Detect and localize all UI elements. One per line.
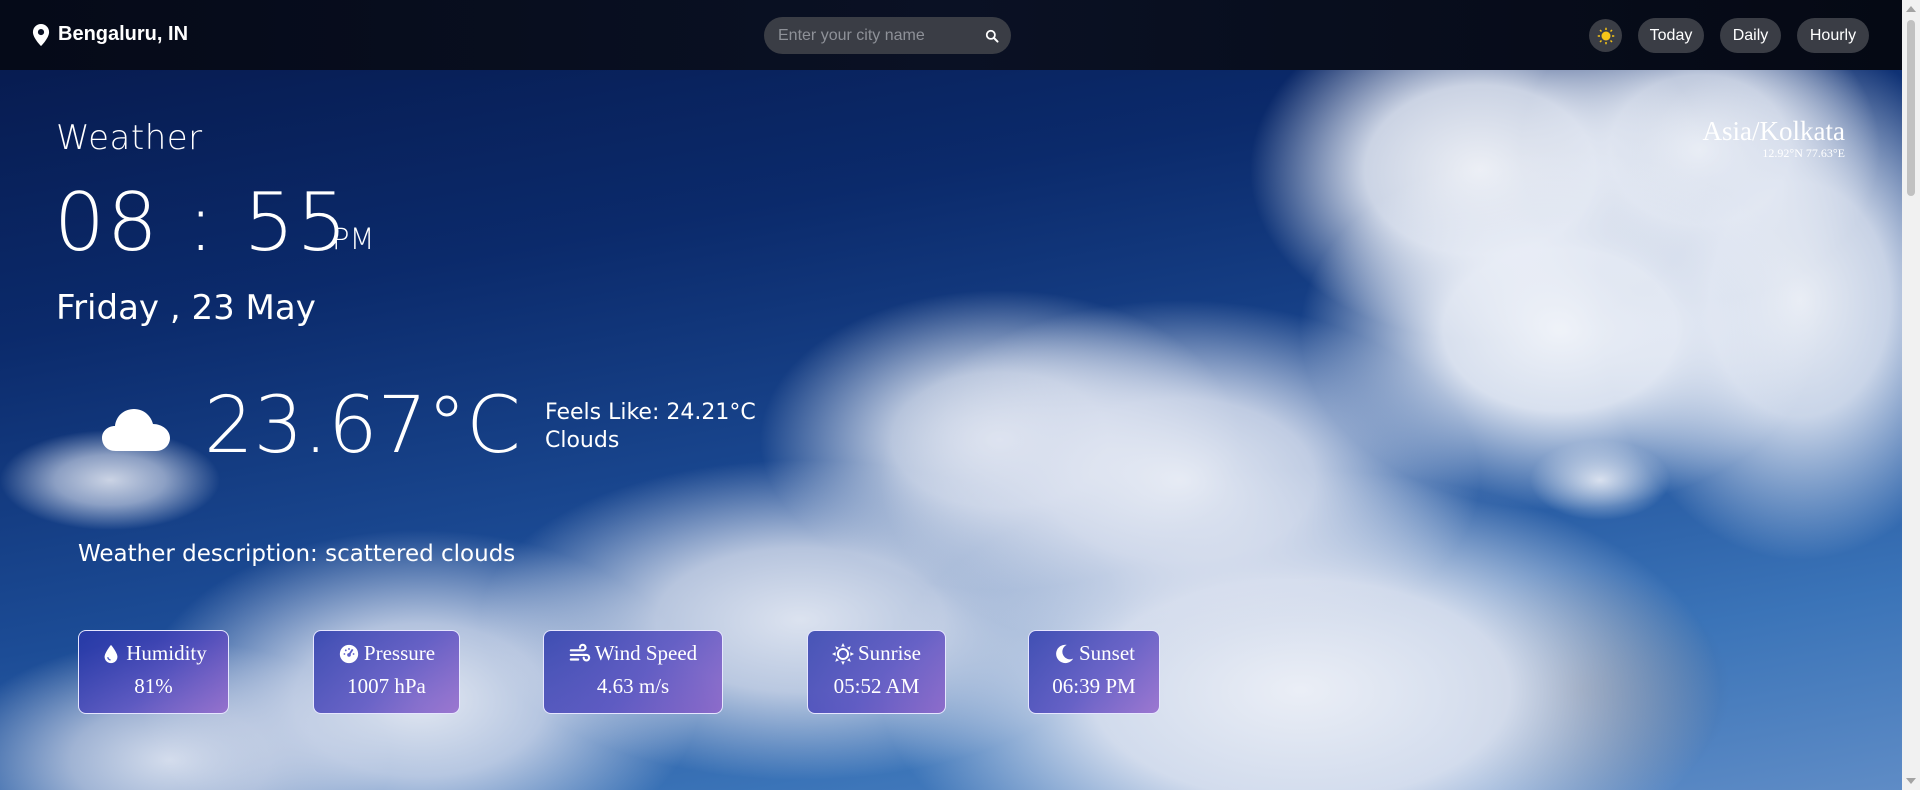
coordinates: 12.92°N 77.63°E <box>1762 146 1845 160</box>
gauge-icon <box>339 644 359 663</box>
search-icon[interactable] <box>985 25 999 47</box>
sunset-card: Sunset 06:39 PM <box>1028 630 1160 714</box>
current-temperature: 23.67°C <box>204 381 521 471</box>
daily-button[interactable]: Daily <box>1720 18 1781 53</box>
wind-speed-label: Wind Speed <box>594 641 698 665</box>
city-search[interactable] <box>764 17 1011 54</box>
scrollbar-thumb[interactable] <box>1907 20 1915 196</box>
scroll-up-arrow-icon[interactable] <box>1906 6 1916 12</box>
city-search-input[interactable] <box>778 26 985 45</box>
sunrise-value: 05:52 AM <box>833 674 920 698</box>
top-navbar: Bengaluru, IN Today Daily Hourly <box>0 0 1902 70</box>
hourly-button[interactable]: Hourly <box>1797 18 1869 53</box>
sunset-label: Sunset <box>1078 641 1135 665</box>
pressure-label: Pressure <box>363 641 436 665</box>
time-period: PM <box>332 222 375 256</box>
weather-description: Weather description: scattered clouds <box>78 541 516 567</box>
humidity-value: 81% <box>134 674 173 698</box>
pressure-value: 1007 hPa <box>347 674 426 698</box>
current-time: 08 : 55 <box>54 176 350 269</box>
cloud-icon <box>102 409 170 451</box>
location-display: Bengaluru, IN <box>32 23 188 46</box>
timezone-info: Asia/Kolkata 12.92°N 77.63°E <box>1703 116 1845 161</box>
wind-speed-card: Wind Speed 4.63 m/s <box>543 630 723 714</box>
sunrise-label: Sunrise <box>858 641 921 665</box>
today-button[interactable]: Today <box>1638 18 1704 53</box>
humidity-card: Humidity 81% <box>78 630 229 714</box>
theme-toggle-button[interactable] <box>1589 19 1622 52</box>
feels-like: Feels Like: 24.21°C <box>545 400 756 425</box>
location-label: Bengaluru, IN <box>58 23 189 45</box>
scroll-down-arrow-icon[interactable] <box>1906 778 1916 784</box>
map-pin-icon <box>32 23 50 46</box>
current-date: Friday , 23 May <box>56 288 316 328</box>
wind-speed-value: 4.63 m/s <box>596 674 670 698</box>
wind-icon <box>569 643 591 661</box>
sunset-value: 06:39 PM <box>1052 674 1136 698</box>
sunrise-card: Sunrise 05:52 AM <box>807 630 946 714</box>
vertical-scrollbar[interactable] <box>1902 0 1920 790</box>
sun-icon <box>1597 27 1614 44</box>
pressure-card: Pressure 1007 hPa <box>313 630 460 714</box>
humidity-label: Humidity <box>126 641 207 665</box>
sun-icon <box>832 642 854 665</box>
timezone-name: Asia/Kolkata <box>1702 116 1845 146</box>
moon-icon <box>1056 644 1074 663</box>
droplet-icon <box>104 644 118 663</box>
page-heading: Weather <box>56 118 203 158</box>
weather-condition: Clouds <box>545 428 620 453</box>
